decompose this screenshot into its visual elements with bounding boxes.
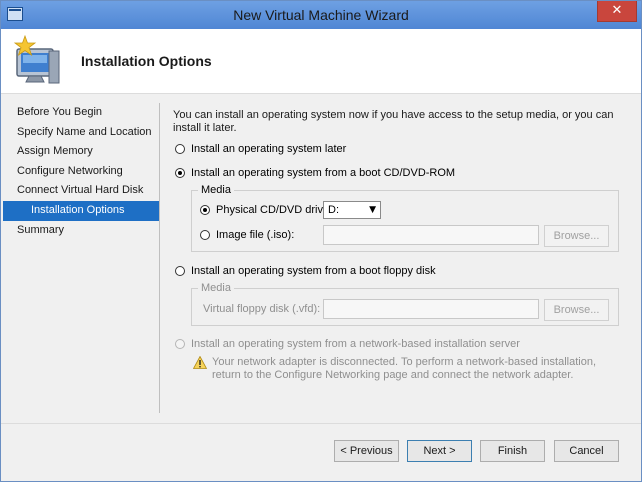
option-install-network[interactable]: Install an operating system from a netwo…: [175, 338, 520, 350]
nav-item-configure-networking[interactable]: Configure Networking: [3, 162, 159, 182]
image-file-input[interactable]: [323, 225, 539, 245]
vfd-label: Virtual floppy disk (.vfd):: [203, 303, 321, 315]
previous-button[interactable]: < Previous: [334, 440, 399, 462]
vfd-browse-button[interactable]: Browse...: [544, 299, 609, 321]
option-install-later[interactable]: Install an operating system later: [175, 143, 346, 155]
title-bar[interactable]: New Virtual Machine Wizard ✕: [1, 1, 641, 29]
page-title: Installation Options: [81, 53, 212, 69]
option-install-cd[interactable]: Install an operating system from a boot …: [175, 167, 455, 179]
wizard-window: New Virtual Machine Wizard ✕ Installatio…: [0, 0, 642, 482]
footer-divider: [1, 423, 641, 424]
floppy-media-group-label: Media: [198, 282, 234, 294]
physical-drive-radio[interactable]: [200, 205, 210, 215]
vfd-row: Virtual floppy disk (.vfd):: [203, 303, 320, 315]
nav-item-specify-name-location[interactable]: Specify Name and Location: [3, 123, 159, 143]
wizard-steps-nav: Before You Begin Specify Name and Locati…: [3, 103, 159, 240]
next-button[interactable]: Next >: [407, 440, 472, 462]
monitor-with-star-icon: [13, 35, 60, 84]
cancel-button[interactable]: Cancel: [554, 440, 619, 462]
intro-text: You can install an operating system now …: [173, 109, 614, 134]
finish-button[interactable]: Finish: [480, 440, 545, 462]
install-floppy-radio[interactable]: [175, 266, 185, 276]
install-network-label: Install an operating system from a netwo…: [191, 338, 520, 350]
nav-item-summary[interactable]: Summary: [3, 221, 159, 241]
close-button[interactable]: ✕: [597, 1, 637, 22]
options-panel: You can install an operating system now …: [173, 109, 619, 135]
window-title: New Virtual Machine Wizard: [233, 7, 409, 23]
warning-icon: [193, 356, 207, 369]
option-install-floppy[interactable]: Install an operating system from a boot …: [175, 265, 436, 277]
install-network-radio[interactable]: [175, 339, 185, 349]
install-cd-label: Install an operating system from a boot …: [191, 167, 456, 179]
nav-item-before-you-begin[interactable]: Before You Begin: [3, 103, 159, 123]
install-floppy-label: Install an operating system from a boot …: [191, 265, 436, 277]
cd-media-group-label: Media: [198, 184, 234, 196]
page-header: Installation Options: [1, 29, 641, 94]
physical-drive-label: Physical CD/DVD drive:: [216, 204, 333, 216]
install-later-radio[interactable]: [175, 144, 185, 154]
drive-select[interactable]: D: ▼: [323, 201, 381, 219]
image-file-radio[interactable]: [200, 230, 210, 240]
install-later-label: Install an operating system later: [191, 143, 347, 155]
install-cd-radio[interactable]: [175, 168, 185, 178]
drive-select-value: D:: [328, 204, 339, 216]
nav-item-assign-memory[interactable]: Assign Memory: [3, 142, 159, 162]
option-image-file[interactable]: Image file (.iso):: [200, 229, 294, 241]
image-file-label: Image file (.iso):: [216, 229, 295, 241]
option-physical-drive[interactable]: Physical CD/DVD drive:: [200, 204, 332, 216]
image-browse-button[interactable]: Browse...: [544, 225, 609, 247]
network-warning-text: Your network adapter is disconnected. To…: [212, 356, 596, 381]
vfd-input[interactable]: [323, 299, 539, 319]
nav-item-installation-options[interactable]: Installation Options: [3, 200, 159, 221]
nav-divider: [159, 103, 160, 413]
nav-item-connect-virtual-hard-disk[interactable]: Connect Virtual Hard Disk: [3, 181, 159, 201]
chevron-down-icon: ▼: [369, 205, 376, 215]
